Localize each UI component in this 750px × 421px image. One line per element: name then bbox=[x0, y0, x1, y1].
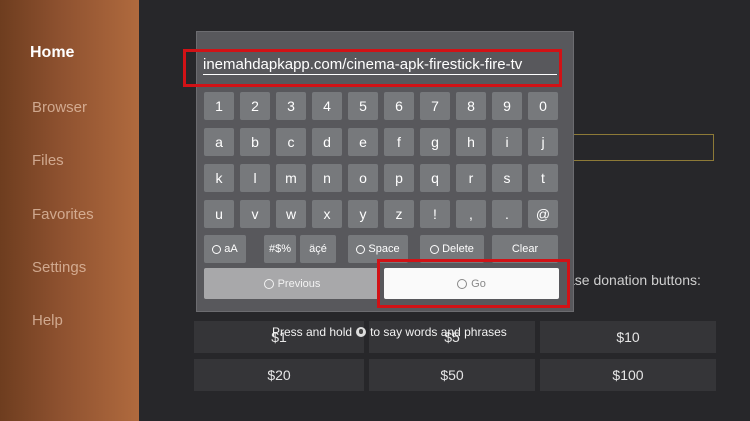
donation-button-100[interactable]: $100 bbox=[540, 359, 716, 391]
accents-key[interactable]: äçé bbox=[300, 235, 336, 263]
circle-icon bbox=[263, 278, 274, 289]
circle-icon bbox=[430, 244, 440, 254]
key-w[interactable]: w bbox=[276, 200, 306, 228]
key-o[interactable]: o bbox=[348, 164, 378, 192]
key-8[interactable]: 8 bbox=[456, 92, 486, 120]
key-f[interactable]: f bbox=[384, 128, 414, 156]
key-3[interactable]: 3 bbox=[276, 92, 306, 120]
case-toggle-label: aA bbox=[224, 243, 238, 255]
sidebar-item-files[interactable]: Files bbox=[32, 152, 64, 169]
voice-hint: Press and hold to say words and phrases bbox=[272, 325, 507, 339]
key-x[interactable]: x bbox=[312, 200, 342, 228]
symbols-key[interactable]: #$% bbox=[264, 235, 296, 263]
sidebar-item-favorites[interactable]: Favorites bbox=[32, 206, 94, 223]
key-p[interactable]: p bbox=[384, 164, 414, 192]
key-e[interactable]: e bbox=[348, 128, 378, 156]
key-v[interactable]: v bbox=[240, 200, 270, 228]
key-![interactable]: ! bbox=[420, 200, 450, 228]
donation-heading: ase donation buttons: bbox=[567, 272, 701, 288]
key-c[interactable]: c bbox=[276, 128, 306, 156]
key-i[interactable]: i bbox=[492, 128, 522, 156]
key-r[interactable]: r bbox=[456, 164, 486, 192]
previous-button[interactable]: Previous bbox=[204, 268, 380, 299]
go-highlight-box bbox=[377, 259, 570, 308]
space-key-label: Space bbox=[368, 243, 400, 255]
delete-key-label: Delete bbox=[442, 243, 474, 255]
donation-button-20[interactable]: $20 bbox=[194, 359, 364, 391]
url-highlight-box bbox=[183, 49, 562, 87]
key-t[interactable]: t bbox=[528, 164, 558, 192]
key-.[interactable]: . bbox=[492, 200, 522, 228]
key-q[interactable]: q bbox=[420, 164, 450, 192]
key-,[interactable]: , bbox=[456, 200, 486, 228]
circle-icon bbox=[212, 244, 222, 254]
key-4[interactable]: 4 bbox=[312, 92, 342, 120]
key-m[interactable]: m bbox=[276, 164, 306, 192]
donation-button-10[interactable]: $10 bbox=[540, 321, 716, 353]
key-d[interactable]: d bbox=[312, 128, 342, 156]
key-5[interactable]: 5 bbox=[348, 92, 378, 120]
key-2[interactable]: 2 bbox=[240, 92, 270, 120]
circle-icon bbox=[356, 244, 366, 254]
key-s[interactable]: s bbox=[492, 164, 522, 192]
key-0[interactable]: 0 bbox=[528, 92, 558, 120]
sidebar-item-browser[interactable]: Browser bbox=[32, 99, 87, 116]
sidebar-item-settings[interactable]: Settings bbox=[32, 259, 86, 276]
key-z[interactable]: z bbox=[384, 200, 414, 228]
sidebar-item-home[interactable]: Home bbox=[30, 44, 74, 62]
key-1[interactable]: 1 bbox=[204, 92, 234, 120]
voice-hint-tail: to say words and phrases bbox=[370, 325, 507, 339]
url-field-outline[interactable] bbox=[554, 134, 714, 161]
microphone-icon bbox=[356, 327, 367, 337]
key-k[interactable]: k bbox=[204, 164, 234, 192]
key-l[interactable]: l bbox=[240, 164, 270, 192]
sidebar-nav: Home Browser Files Favorites Settings He… bbox=[0, 0, 139, 421]
key-9[interactable]: 9 bbox=[492, 92, 522, 120]
case-toggle-key[interactable]: aA bbox=[204, 235, 246, 263]
key-n[interactable]: n bbox=[312, 164, 342, 192]
key-a[interactable]: a bbox=[204, 128, 234, 156]
key-6[interactable]: 6 bbox=[384, 92, 414, 120]
key-h[interactable]: h bbox=[456, 128, 486, 156]
sidebar-item-help[interactable]: Help bbox=[32, 312, 63, 329]
key-y[interactable]: y bbox=[348, 200, 378, 228]
key-@[interactable]: @ bbox=[528, 200, 558, 228]
key-g[interactable]: g bbox=[420, 128, 450, 156]
key-u[interactable]: u bbox=[204, 200, 234, 228]
previous-button-label: Previous bbox=[277, 277, 321, 290]
key-b[interactable]: b bbox=[240, 128, 270, 156]
key-j[interactable]: j bbox=[528, 128, 558, 156]
voice-hint-label: Press and hold bbox=[272, 325, 353, 339]
donation-button-50[interactable]: $50 bbox=[369, 359, 535, 391]
key-7[interactable]: 7 bbox=[420, 92, 450, 120]
